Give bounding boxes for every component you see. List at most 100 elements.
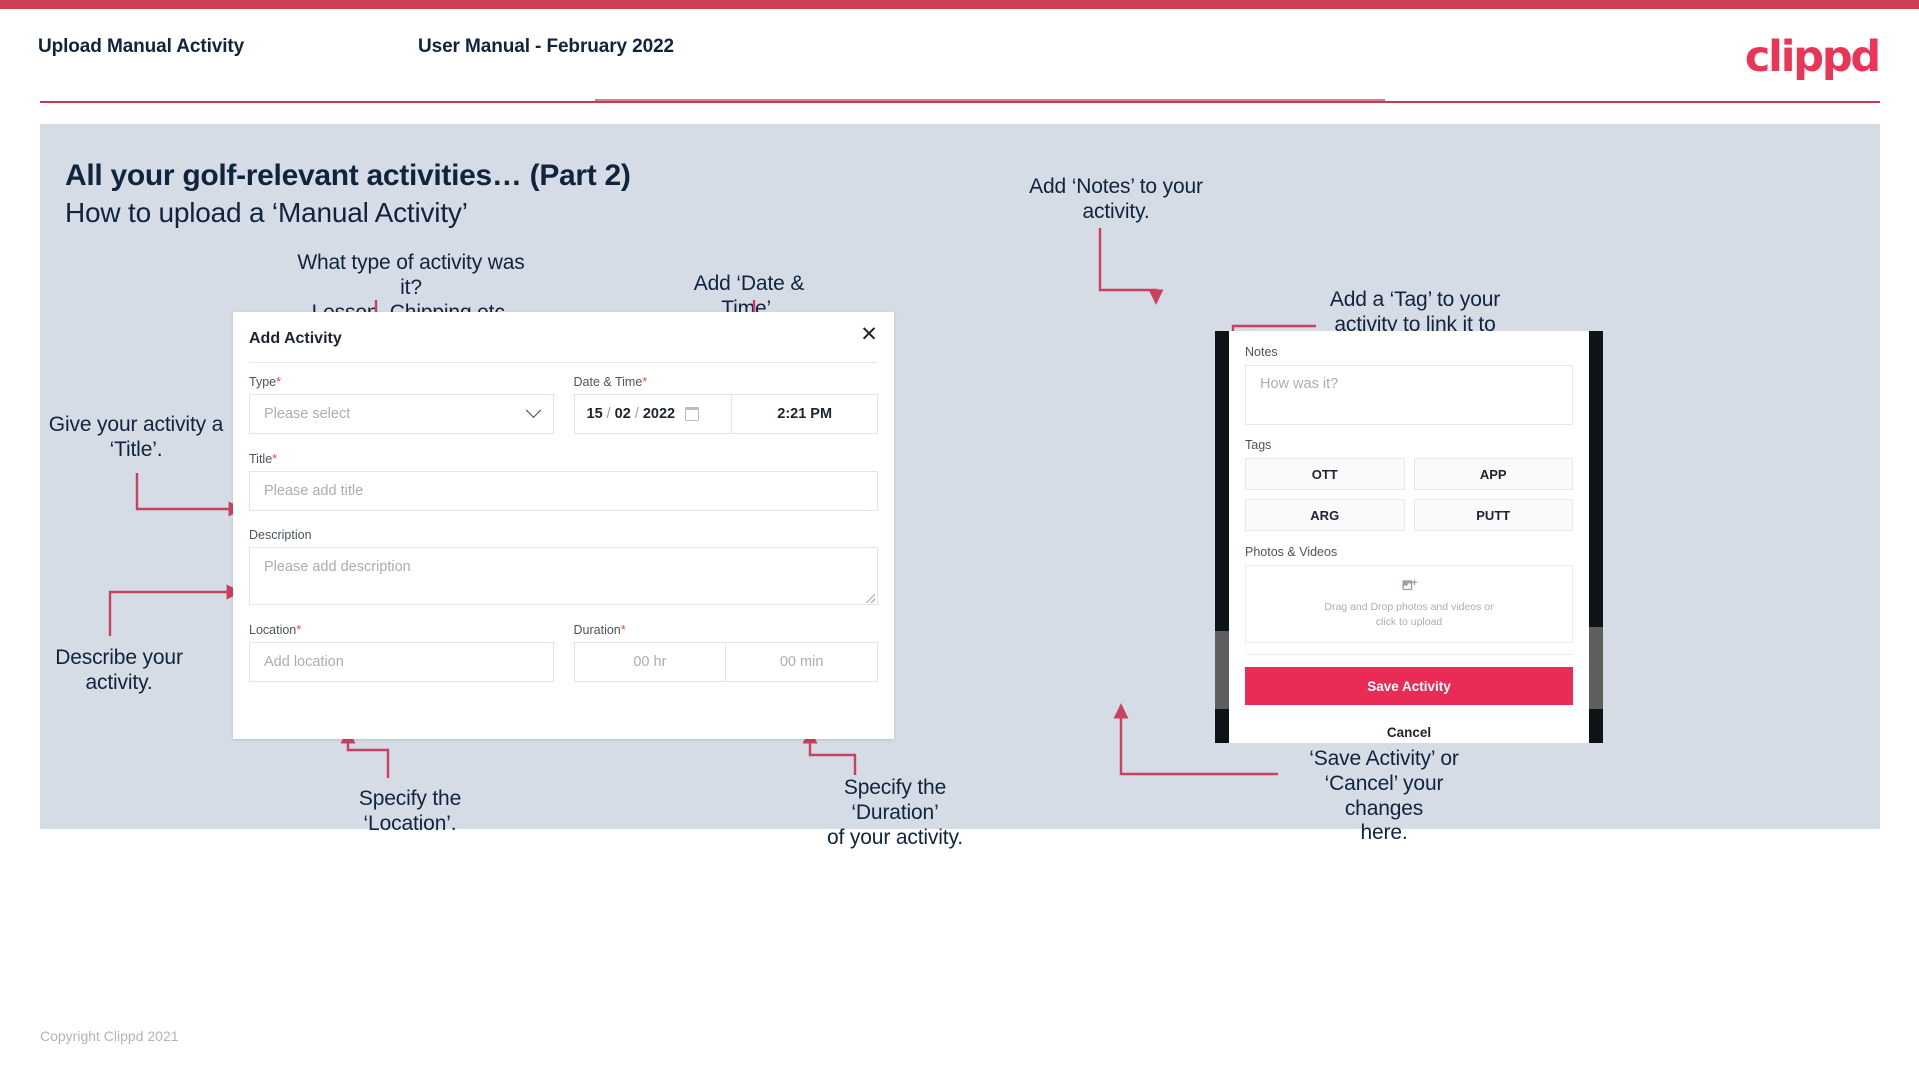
tag-app[interactable]: APP — [1413, 458, 1573, 490]
datetime-label-text: Date & Time — [573, 375, 643, 389]
type-required-marker: * — [276, 374, 282, 389]
title-label: Title* — [249, 451, 878, 466]
notes-input[interactable]: How was it? — [1245, 365, 1573, 425]
date-input[interactable]: 15 / 02 / 2022 — [575, 395, 732, 433]
tag-ott[interactable]: OTT — [1245, 458, 1405, 490]
dialog-divider — [249, 362, 877, 363]
location-label: Location* — [249, 622, 554, 637]
type-label: Type* — [249, 374, 554, 389]
title-input[interactable]: Please add title — [249, 471, 878, 511]
date-month: 02 — [614, 406, 631, 422]
document-subtitle: User Manual - February 2022 — [418, 36, 675, 57]
annotation-duration-line2: of your activity. — [827, 825, 963, 849]
cancel-button[interactable]: Cancel — [1245, 725, 1573, 740]
header-divider — [40, 101, 1880, 103]
page-title: Upload Manual Activity — [38, 36, 245, 57]
duration-group: 00 hr 00 min — [573, 642, 878, 682]
date-year: 2022 — [642, 406, 676, 422]
phone-mockup: Notes How was it? Tags OTT APP ARG PUTT … — [1215, 331, 1603, 743]
annotation-tag-line1: Add a ‘Tag’ to your — [1329, 288, 1501, 311]
location-placeholder: Add location — [264, 654, 344, 670]
annotation-save-line3: here. — [1360, 821, 1408, 845]
dialog-title: Add Activity — [249, 330, 342, 347]
datetime-group: 15 / 02 / 2022 2:21 PM — [573, 394, 878, 434]
annotation-describe-line1: Describe your — [55, 646, 183, 669]
annotation-notes-line1: Add ‘Notes’ to your — [1029, 175, 1203, 198]
duration-minutes-input[interactable]: 00 min — [726, 643, 877, 681]
title-label-text: Title — [249, 452, 273, 466]
description-placeholder: Please add description — [264, 559, 411, 575]
annotation-type-line1: What type of activity was it? — [297, 251, 525, 299]
copyright-footer: Copyright Clippd 2021 — [40, 1028, 179, 1044]
dropzone-text: Drag and Drop photos and videos or click… — [1324, 600, 1493, 630]
chevron-down-icon — [525, 401, 541, 418]
slide-page: Upload Manual Activity User Manual - Feb… — [0, 0, 1919, 1079]
annotation-title-line2: ‘Title’. — [109, 437, 163, 461]
location-label-text: Location — [249, 623, 297, 637]
annotation-title-line1: Give your activity a — [48, 413, 224, 436]
annotation-title: Give your activity a ‘Title’. — [45, 413, 227, 463]
phone-button-left — [1215, 631, 1229, 709]
save-activity-button[interactable]: Save Activity — [1245, 667, 1573, 705]
calendar-icon[interactable] — [685, 407, 700, 421]
tags-label: Tags — [1245, 438, 1272, 452]
type-placeholder: Please select — [264, 406, 351, 422]
close-icon[interactable]: ✕ — [856, 322, 882, 348]
resize-handle-icon[interactable] — [866, 594, 875, 603]
location-required-marker: * — [296, 622, 302, 637]
tag-arg[interactable]: ARG — [1245, 499, 1405, 531]
description-label: Description — [249, 528, 312, 542]
add-image-icon — [1401, 579, 1417, 590]
annotation-save-line2: ‘Cancel’ your changes — [1324, 771, 1444, 820]
location-input[interactable]: Add location — [249, 642, 554, 682]
dropzone-line1: Drag and Drop photos and videos or — [1324, 600, 1494, 613]
clippd-logo: clippd — [1744, 32, 1881, 82]
title-required-marker: * — [272, 451, 278, 466]
top-accent-bar — [0, 0, 1919, 9]
title-placeholder: Please add title — [264, 483, 364, 499]
add-activity-dialog: Add Activity ✕ Type* Please select Date … — [233, 312, 894, 739]
duration-label-text: Duration — [573, 623, 621, 637]
duration-hours-input[interactable]: 00 hr — [575, 643, 726, 681]
slide-subheading: How to upload a ‘Manual Activity’ — [65, 197, 468, 228]
tag-putt[interactable]: PUTT — [1413, 499, 1573, 531]
annotation-notes-line2: activity. — [1082, 199, 1150, 223]
date-sep-1: / — [606, 406, 611, 422]
slide-heading: All your golf-relevant activities… (Part… — [65, 159, 631, 192]
annotation-describe-line2: activity. — [85, 670, 153, 694]
datetime-label: Date & Time* — [574, 374, 879, 389]
annotation-save: ‘Save Activity’ or ‘Cancel’ your changes… — [1286, 747, 1482, 846]
field-datetime: Date & Time* 15 / 02 / 2022 2:21 PM — [573, 374, 879, 434]
phone-screen: Notes How was it? Tags OTT APP ARG PUTT … — [1229, 331, 1589, 743]
field-description: Description Please add description — [249, 528, 878, 605]
field-type: Type* Please select — [249, 374, 554, 434]
photos-label: Photos & Videos — [1245, 545, 1338, 559]
datetime-required-marker: * — [642, 374, 648, 389]
tags-grid: OTT APP ARG PUTT — [1245, 458, 1573, 531]
phone-content: Notes How was it? Tags OTT APP ARG PUTT … — [1229, 331, 1589, 740]
notes-label: Notes — [1245, 345, 1278, 359]
duration-label: Duration* — [574, 622, 879, 637]
phone-button-right — [1589, 627, 1603, 709]
notes-placeholder: How was it? — [1260, 376, 1339, 392]
phone-divider — [1245, 654, 1573, 655]
type-select[interactable]: Please select — [249, 394, 554, 434]
field-duration: Duration* 00 hr 00 min — [573, 622, 879, 682]
duration-required-marker: * — [620, 622, 626, 637]
photo-dropzone[interactable]: Drag and Drop photos and videos or click… — [1245, 565, 1573, 643]
header-divider-highlight — [595, 99, 1385, 101]
annotation-save-line1: ‘Save Activity’ or — [1309, 747, 1459, 770]
date-day: 15 — [586, 406, 603, 422]
date-sep-2: / — [634, 406, 639, 422]
field-location: Location* Add location — [249, 622, 554, 682]
annotation-location: Specify the ‘Location’. — [358, 787, 462, 835]
description-textarea[interactable]: Please add description — [249, 547, 878, 605]
annotation-notes: Add ‘Notes’ to your activity. — [1026, 175, 1206, 225]
dialog-body: Type* Please select Date & Time* 15 / 02… — [249, 374, 878, 682]
type-label-text: Type — [249, 375, 277, 389]
time-input[interactable]: 2:21 PM — [732, 395, 877, 433]
field-title: Title* Please add title — [249, 451, 878, 511]
dropzone-line2: click to upload — [1375, 616, 1443, 628]
annotation-duration-line1: Specify the ‘Duration’ — [843, 776, 947, 824]
annotation-describe: Describe your activity. — [38, 646, 200, 696]
